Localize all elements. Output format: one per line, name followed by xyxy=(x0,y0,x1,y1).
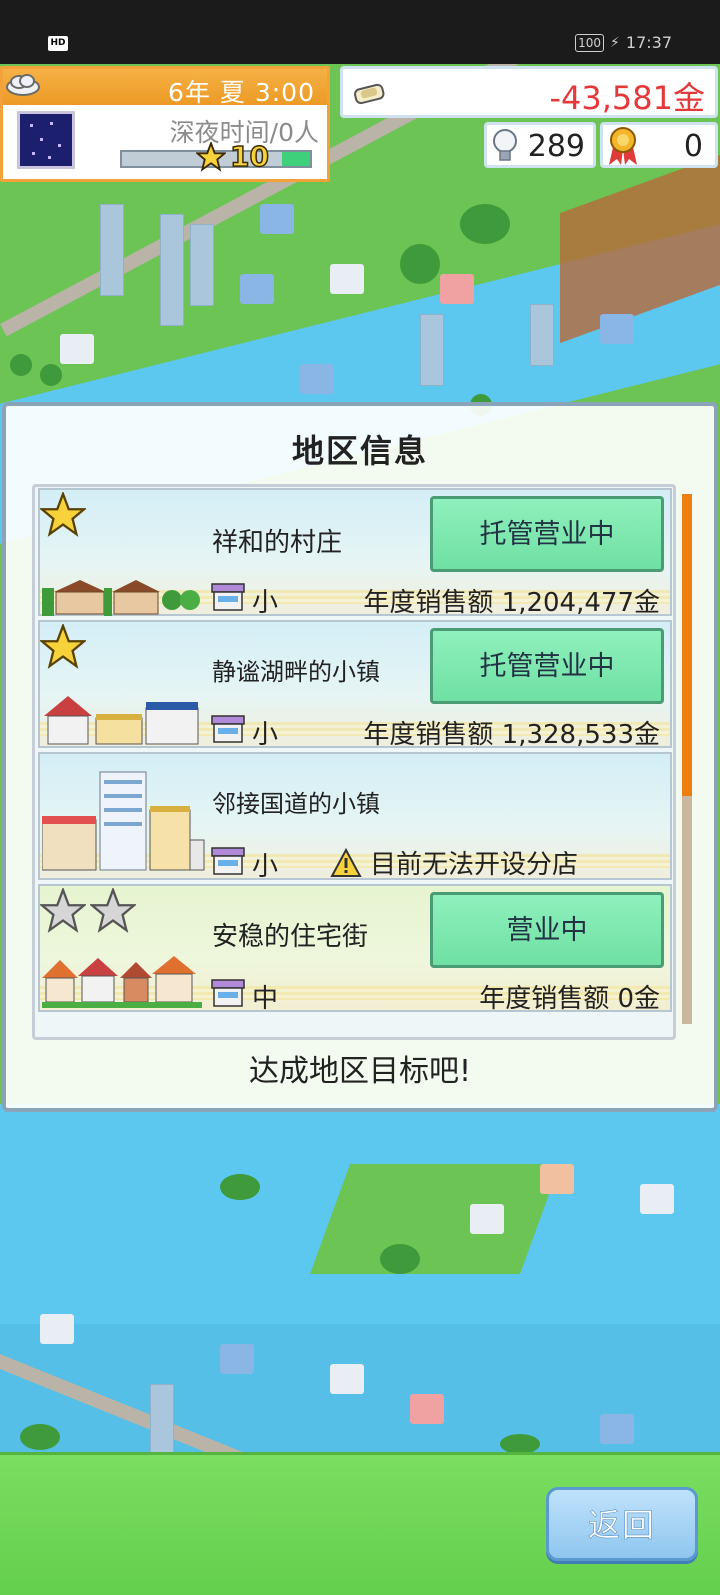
building xyxy=(190,224,214,306)
game-date: 6年 夏 3:00 xyxy=(168,78,315,107)
coin-bag-icon xyxy=(354,83,385,105)
warning-icon xyxy=(330,847,362,877)
dialog-title: 地区信息 xyxy=(291,432,428,470)
status-button[interactable]: 托管营业中 xyxy=(430,628,664,704)
cloud-icon xyxy=(6,74,40,96)
region-name: 静谧湖畔的小镇 xyxy=(212,658,380,686)
house xyxy=(260,204,294,234)
money-panel: -43,581金 xyxy=(340,66,718,118)
island xyxy=(309,1164,561,1274)
building xyxy=(100,204,124,296)
house xyxy=(40,1314,74,1344)
store-size: 小 xyxy=(252,852,279,882)
village-houses-icon xyxy=(42,580,200,616)
status-button[interactable]: 托管营业中 xyxy=(430,496,664,572)
hd-badge: HD xyxy=(48,36,68,51)
house xyxy=(220,1344,254,1374)
tree xyxy=(460,204,510,244)
house xyxy=(470,1204,504,1234)
annual-sales: 年度销售额 1,204,477金 xyxy=(363,588,660,618)
region-name: 祥和的村庄 xyxy=(212,528,343,558)
lakeside-town-icon xyxy=(44,696,199,745)
house xyxy=(640,1184,674,1214)
tree xyxy=(10,354,32,376)
lightbulb-icon xyxy=(493,129,517,161)
clock: 17:37 xyxy=(625,33,672,52)
house xyxy=(410,1394,444,1424)
region-row-residential[interactable]: 安稳的住宅街 营业中 中 年度销售额 0金 xyxy=(38,884,672,1014)
shop-icon xyxy=(211,979,245,1007)
building xyxy=(420,314,444,386)
tree xyxy=(380,1244,420,1274)
house xyxy=(300,364,334,394)
region-row-highway[interactable]: 邻接国道的小镇 小 目前无法开设分店 xyxy=(38,752,672,882)
shop-icon xyxy=(211,847,245,875)
annual-sales: 年度销售额 0金 xyxy=(479,984,660,1014)
status-button[interactable]: 营业中 xyxy=(430,892,664,968)
status-bar: HD 100 ⚡ 17:37 xyxy=(0,0,720,64)
level-progress-fill xyxy=(281,152,310,166)
house xyxy=(330,1364,364,1394)
tree xyxy=(500,1434,540,1452)
house xyxy=(600,314,634,344)
star-icon xyxy=(40,492,86,537)
building xyxy=(160,214,184,326)
region-name: 邻接国道的小镇 xyxy=(212,790,380,818)
store-size: 小 xyxy=(252,720,279,750)
scrollbar-thumb[interactable] xyxy=(682,494,692,797)
empty-star-icon xyxy=(40,888,86,933)
highway-town-icon xyxy=(42,771,205,871)
store-size: 小 xyxy=(252,588,279,618)
star-icon xyxy=(196,142,226,172)
house xyxy=(240,274,274,304)
town-level: 10 xyxy=(229,139,269,174)
tree xyxy=(220,1174,260,1200)
region-info-dialog: 地区信息 祥和的村庄 托管营业中 小 年度销售额 1,204,477金 静谧湖畔… xyxy=(2,402,718,1112)
annual-sales: 年度销售额 1,328,533金 xyxy=(363,720,660,750)
back-button[interactable]: 返回 xyxy=(546,1487,698,1561)
charging-icon: ⚡ xyxy=(610,34,620,51)
house xyxy=(540,1164,574,1194)
house xyxy=(440,274,474,304)
bottom-bar: 返回 xyxy=(0,1452,720,1595)
region-row-lakeside[interactable]: 静谧湖畔的小镇 托管营业中 小 年度销售额 1,328,533金 xyxy=(38,620,672,750)
tree xyxy=(20,1424,60,1450)
medal-panel: 0 xyxy=(600,122,718,168)
house xyxy=(600,1414,634,1444)
night-sky-icon xyxy=(17,111,75,169)
building xyxy=(530,304,554,366)
region-name: 安稳的住宅街 xyxy=(212,922,369,952)
tree xyxy=(40,364,62,386)
idea-points-panel: 289 xyxy=(484,122,596,168)
tree xyxy=(400,244,440,284)
medal-icon xyxy=(609,127,637,165)
region-goal-hint: 达成地区目标吧! xyxy=(248,1054,472,1089)
store-size: 中 xyxy=(252,984,279,1014)
shop-icon xyxy=(211,715,245,743)
building xyxy=(150,1384,174,1452)
idea-points-value: 289 xyxy=(527,129,585,164)
house xyxy=(330,264,364,294)
residential-houses-icon xyxy=(42,956,202,1008)
star-icon xyxy=(40,624,86,669)
warning-text: 目前无法开设分店 xyxy=(370,850,579,880)
battery-icon: 100 xyxy=(575,33,605,52)
money-value: -43,581金 xyxy=(549,79,705,117)
region-row-village[interactable]: 祥和的村庄 托管营业中 小 年度销售额 1,204,477金 xyxy=(38,488,672,618)
house xyxy=(60,334,94,364)
empty-star-icon xyxy=(90,888,136,933)
shop-icon xyxy=(211,583,245,611)
medal-value: 0 xyxy=(683,129,703,164)
